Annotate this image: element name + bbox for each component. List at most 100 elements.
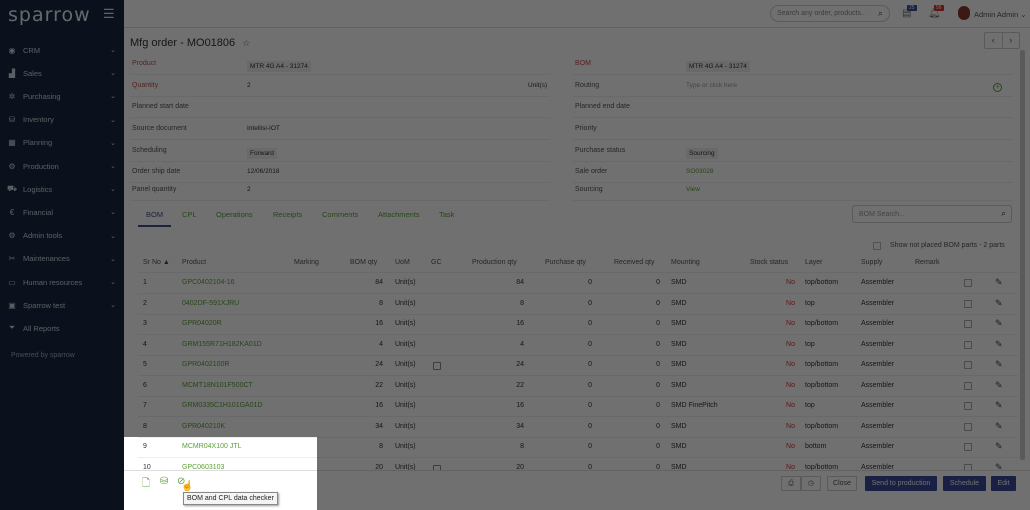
global-search-input[interactable]: Search any order, products.. ⌕ (770, 5, 890, 22)
column-label: Purchase qty (545, 259, 586, 266)
cell-product[interactable]: GPR0402100R (182, 361, 229, 368)
edit-pencil-icon[interactable]: ✎ (995, 359, 1003, 370)
column-header-mounting[interactable]: Mounting (671, 259, 700, 266)
edit-pencil-icon[interactable]: ✎ (995, 298, 1003, 309)
cell-product[interactable]: GPC0402104-16 (182, 279, 235, 286)
send-to-production-button[interactable]: Send to production (865, 476, 937, 491)
cell-product[interactable]: MCMT18N101F500CT (182, 382, 253, 389)
cell-received-qty: 0 (656, 422, 660, 430)
cell-sr-no: 5 (143, 361, 147, 368)
tab-attachments[interactable]: Attachments (378, 210, 420, 219)
scrollbar[interactable] (1020, 50, 1025, 460)
sidebar-item-planning[interactable]: ▦ Planning ⌄ (0, 133, 124, 153)
cell-product[interactable]: GRM155R71H182KA01D (182, 341, 262, 348)
tab-cpl[interactable]: CPL (182, 210, 197, 219)
close-button[interactable]: Close (827, 476, 857, 491)
edit-pencil-icon[interactable]: ✎ (995, 380, 1003, 391)
sidebar-item-maintenances[interactable]: ✂ Maintenances ⌄ (0, 249, 124, 269)
product-value[interactable]: MTR 4G A4 - 31274 (247, 61, 311, 72)
sourcing-value[interactable]: View (686, 186, 700, 193)
sidebar-item-crm[interactable]: ◉ CRM ⌄ (0, 40, 124, 60)
next-icon[interactable]: › (1001, 33, 1020, 48)
sidebar-item-sales[interactable]: ▟ Sales ⌄ (0, 63, 124, 83)
schedule-button[interactable]: Schedule (943, 476, 986, 491)
column-header-stock-status[interactable]: Stock status (750, 259, 788, 266)
column-header-gc[interactable]: GC (431, 259, 442, 266)
user-menu[interactable]: Admin Admin ⌄ (974, 10, 1027, 19)
sidebar-item-admin-tools[interactable]: ⚙ Admin tools ⌄ (0, 226, 124, 246)
cell-mounting: SMD (671, 381, 687, 389)
search-icon[interactable]: ⌕ (1001, 208, 1006, 219)
routing-input[interactable]: Type or click here (686, 82, 737, 89)
column-header-uom[interactable]: UoM (395, 259, 410, 266)
sale-order-value[interactable]: SO03028 (686, 168, 713, 175)
sidebar-item-logistics[interactable]: ⛟ Logistics ⌄ (0, 179, 124, 199)
remark-icon[interactable] (964, 279, 972, 287)
show-not-placed-label: Show not placed BOM parts - 2 parts (890, 242, 1005, 249)
sidebar-item-sparrow-test[interactable]: ▣ Sparrow test ⌄ (0, 295, 124, 315)
tab-bom[interactable]: BOM (138, 210, 172, 227)
sidebar-item-all-reports[interactable]: ⏷ All Reports (0, 318, 124, 338)
scheduling-value[interactable]: Forward (247, 148, 277, 159)
remark-icon[interactable] (964, 299, 972, 308)
column-header-product[interactable]: Product (182, 259, 206, 266)
cell-product[interactable]: 0402DF-591XJRU (182, 300, 239, 307)
show-not-placed-checkbox[interactable] (873, 242, 881, 250)
column-header-purchase-qty[interactable]: Purchase qty (545, 259, 586, 266)
tab-comments[interactable]: Comments (322, 210, 358, 219)
edit-button[interactable]: Edit (991, 476, 1016, 491)
remark-icon[interactable] (964, 361, 972, 369)
column-header-marking[interactable]: Marking (294, 259, 319, 266)
remark-icon[interactable] (964, 402, 972, 410)
edit-pencil-icon[interactable]: ✎ (995, 400, 1003, 411)
star-icon[interactable]: ☆ (242, 38, 250, 48)
sidebar-item-production[interactable]: ⚙ Production ⌄ (0, 156, 124, 176)
cell-product[interactable]: GPR040210K (182, 423, 225, 430)
edit-pencil-icon[interactable]: ✎ (995, 421, 1003, 432)
cell-production-qty: 22 (516, 381, 524, 389)
cell-production-qty: 4 (520, 340, 524, 348)
column-header-remark[interactable]: Remark (915, 259, 940, 266)
remark-icon[interactable] (964, 381, 972, 390)
topbar: Search any order, products.. ⌕ ▤ 25 🔔︎ 56… (124, 0, 1030, 28)
bom-search-input[interactable]: BOM Search... ⌕ (852, 205, 1012, 223)
column-header-production-qty[interactable]: Production qty (472, 259, 517, 266)
gc-icon[interactable] (433, 362, 441, 370)
sidebar-item-financial[interactable]: € Financial ⌄ (0, 202, 124, 222)
print-button[interactable]: ⎙ (781, 476, 801, 491)
edit-pencil-icon[interactable]: ✎ (995, 339, 1003, 350)
purchase-status-value[interactable]: Sourcing (686, 148, 718, 159)
cell-product[interactable]: MCMR04X100 JTL (182, 443, 242, 450)
remark-icon[interactable] (964, 443, 972, 451)
menu-icon[interactable]: ☰ (103, 6, 115, 22)
history-button[interactable]: ◷ (801, 476, 821, 491)
tab-receipts[interactable]: Receipts (273, 210, 302, 219)
edit-pencil-icon[interactable]: ✎ (995, 441, 1003, 452)
tab-task[interactable]: Task (439, 210, 454, 219)
cell-product[interactable]: GRM0335C1H101GA01D (182, 402, 263, 409)
column-label: Sr No (143, 259, 161, 266)
column-header-sr-no[interactable]: Sr No ▲ (143, 259, 170, 266)
column-header-supply[interactable]: Supply (861, 259, 882, 266)
tab-operations[interactable]: Operations (216, 210, 253, 219)
edit-pencil-icon[interactable]: ✎ (995, 277, 1003, 288)
sidebar-item-inventory[interactable]: ⛁ Inventory ⌄ (0, 110, 124, 130)
remark-icon[interactable] (964, 422, 972, 431)
cell-product[interactable]: GPR04020R (182, 320, 222, 327)
avatar[interactable] (958, 6, 970, 20)
bom-value[interactable]: MTR 4G A4 - 31274 (686, 61, 750, 72)
column-header-bom-qty[interactable]: BOM qty (350, 259, 377, 266)
remark-icon[interactable] (964, 340, 972, 349)
search-icon[interactable]: ⌕ (878, 8, 883, 19)
cell-stock-status: No (786, 422, 795, 430)
sidebar-item-purchasing[interactable]: ✲ Purchasing ⌄ (0, 86, 124, 106)
new-file-icon[interactable]: 🗋 (142, 476, 150, 493)
column-header-received-qty[interactable]: Received qty (614, 259, 654, 266)
database-icon[interactable]: ⛁ (160, 476, 168, 487)
sidebar-item-human-resources[interactable]: ▭ Human resources ⌄ (0, 272, 124, 292)
remark-icon[interactable] (964, 320, 972, 328)
prev-icon[interactable]: ‹ (985, 33, 1002, 48)
edit-pencil-icon[interactable]: ✎ (995, 318, 1003, 329)
add-routing-icon[interactable]: + (993, 83, 1002, 92)
column-header-layer[interactable]: Layer (805, 259, 823, 266)
